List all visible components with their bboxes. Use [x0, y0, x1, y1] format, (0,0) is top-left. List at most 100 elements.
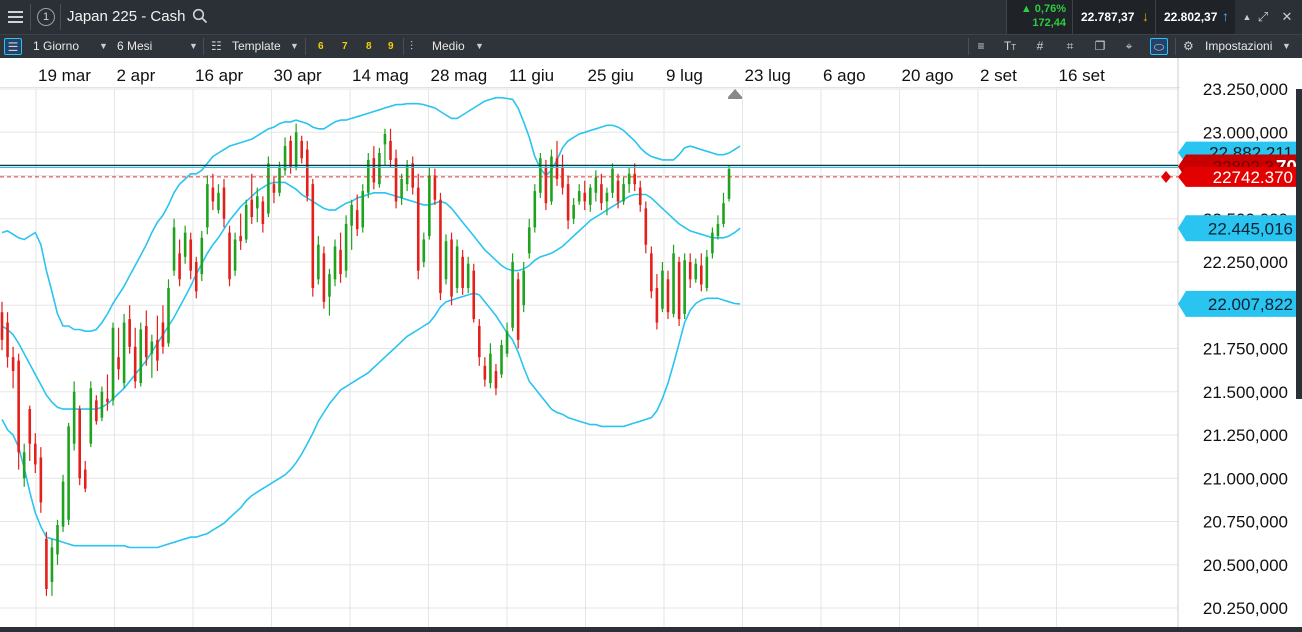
ohlc-body [605, 192, 609, 202]
ohlc-body [466, 263, 470, 288]
ohlc-body [139, 329, 143, 384]
ohlc-body [178, 253, 181, 280]
ohlc-body [128, 319, 131, 347]
ohlc-body [256, 196, 259, 209]
ohlc-body [106, 398, 109, 403]
ohlc-body [294, 132, 298, 167]
ohlc-body [516, 279, 520, 340]
ohlc-body [483, 365, 487, 380]
ohlc-body [461, 256, 464, 288]
ohlc-body [194, 262, 198, 292]
app-window: 1 Japan 225 - Cash ▲ 0,76% 172,44 22.787… [0, 0, 1302, 632]
ohlc-body [700, 265, 703, 285]
ohlc-body [278, 166, 281, 193]
ohlc-body [283, 146, 287, 171]
ohlc-body [683, 260, 686, 314]
price-marker-icon [1161, 170, 1171, 183]
ohlc-body [455, 246, 459, 288]
ohlc-body [300, 140, 303, 159]
ohlc-body [339, 249, 342, 275]
ohlc-body [78, 409, 81, 479]
ohlc-body [361, 191, 365, 228]
ohlc-body [489, 353, 492, 384]
ohlc-body [672, 253, 675, 314]
ohlc-body [511, 262, 514, 328]
ohlc-body [494, 370, 498, 389]
ohlc-body [244, 204, 248, 240]
ohlc-body [394, 158, 398, 202]
ohlc-body [705, 256, 709, 288]
ohlc-body [222, 187, 226, 219]
ohlc-body [500, 345, 503, 375]
ohlc-body [61, 481, 65, 527]
ohlc-body [666, 279, 670, 313]
scrollbar [1296, 89, 1302, 399]
ohlc-body [233, 239, 237, 271]
ohlc-body [6, 322, 9, 358]
y-tick-label: 20.750,000 [1203, 513, 1288, 532]
ohlc-body [83, 469, 87, 489]
ohlc-body [555, 158, 559, 179]
ohlc-body [650, 253, 653, 292]
ohlc-body [611, 168, 614, 193]
ohlc-body [428, 175, 431, 237]
ohlc-body [594, 177, 598, 193]
ohlc-body [478, 326, 481, 358]
ohlc-body [655, 287, 659, 323]
y-tick-label: 21.250,000 [1203, 426, 1288, 445]
y-tick-label: 20.500,000 [1203, 556, 1288, 575]
ohlc-body [72, 391, 76, 444]
ohlc-body [400, 178, 403, 198]
ohlc-body [544, 166, 548, 204]
ohlc-body [350, 204, 353, 226]
ohlc-body [17, 360, 20, 453]
ohlc-body [305, 149, 309, 197]
ohlc-body [67, 426, 70, 520]
ohlc-body [89, 388, 93, 444]
ohlc-body [239, 236, 242, 242]
ohlc-body [122, 322, 126, 384]
ohlc-body [450, 239, 453, 297]
y-tick-label: 21.750,000 [1203, 340, 1288, 359]
ohlc-body [505, 331, 509, 354]
ohlc-body [28, 409, 32, 444]
ohlc-body [328, 274, 331, 297]
ohlc-body [250, 199, 254, 218]
ohlc-body [317, 244, 320, 280]
ohlc-body [311, 184, 315, 288]
ohlc-body [34, 443, 37, 465]
ohlc-body [433, 175, 437, 200]
ohlc-body [372, 158, 376, 183]
ohlc-body [527, 227, 531, 254]
ohlc-body [100, 391, 104, 418]
ohlc-body [600, 184, 603, 204]
ohlc-body [0, 312, 4, 340]
ohlc-body [183, 232, 187, 257]
ohlc-body [383, 133, 387, 145]
ohlc-body [633, 173, 636, 185]
ohlc-body [161, 322, 165, 347]
price-chart[interactable]: 23.250,00023.000,00022.750,00022.500,000… [0, 0, 1302, 632]
ohlc-body [133, 346, 137, 382]
ohlc-body [694, 263, 698, 280]
y-tick-label: 21.000,000 [1203, 469, 1288, 488]
ohlc-body [389, 140, 392, 160]
ohlc-body [206, 184, 209, 228]
ohlc-body [405, 165, 409, 185]
ohlc-body [439, 199, 442, 294]
ohlc-body [111, 327, 115, 401]
ohlc-body [344, 223, 348, 271]
ohlc-body [200, 237, 204, 275]
ohlc-body [539, 158, 542, 193]
y-tick-label: 20.250,000 [1203, 599, 1288, 618]
y-tick-label: 21.500,000 [1203, 383, 1288, 402]
middle-band-label: 22.445,016 [1208, 219, 1293, 238]
ohlc-body [95, 400, 98, 422]
ohlc-body [189, 239, 192, 271]
y-tick-label: 23.250,000 [1203, 80, 1288, 99]
ohlc-body [522, 270, 525, 306]
ohlc-body [228, 232, 231, 280]
ohlc-body [711, 232, 714, 254]
ohlc-body [627, 173, 631, 185]
lower-band-label: 22.007,822 [1208, 295, 1293, 314]
